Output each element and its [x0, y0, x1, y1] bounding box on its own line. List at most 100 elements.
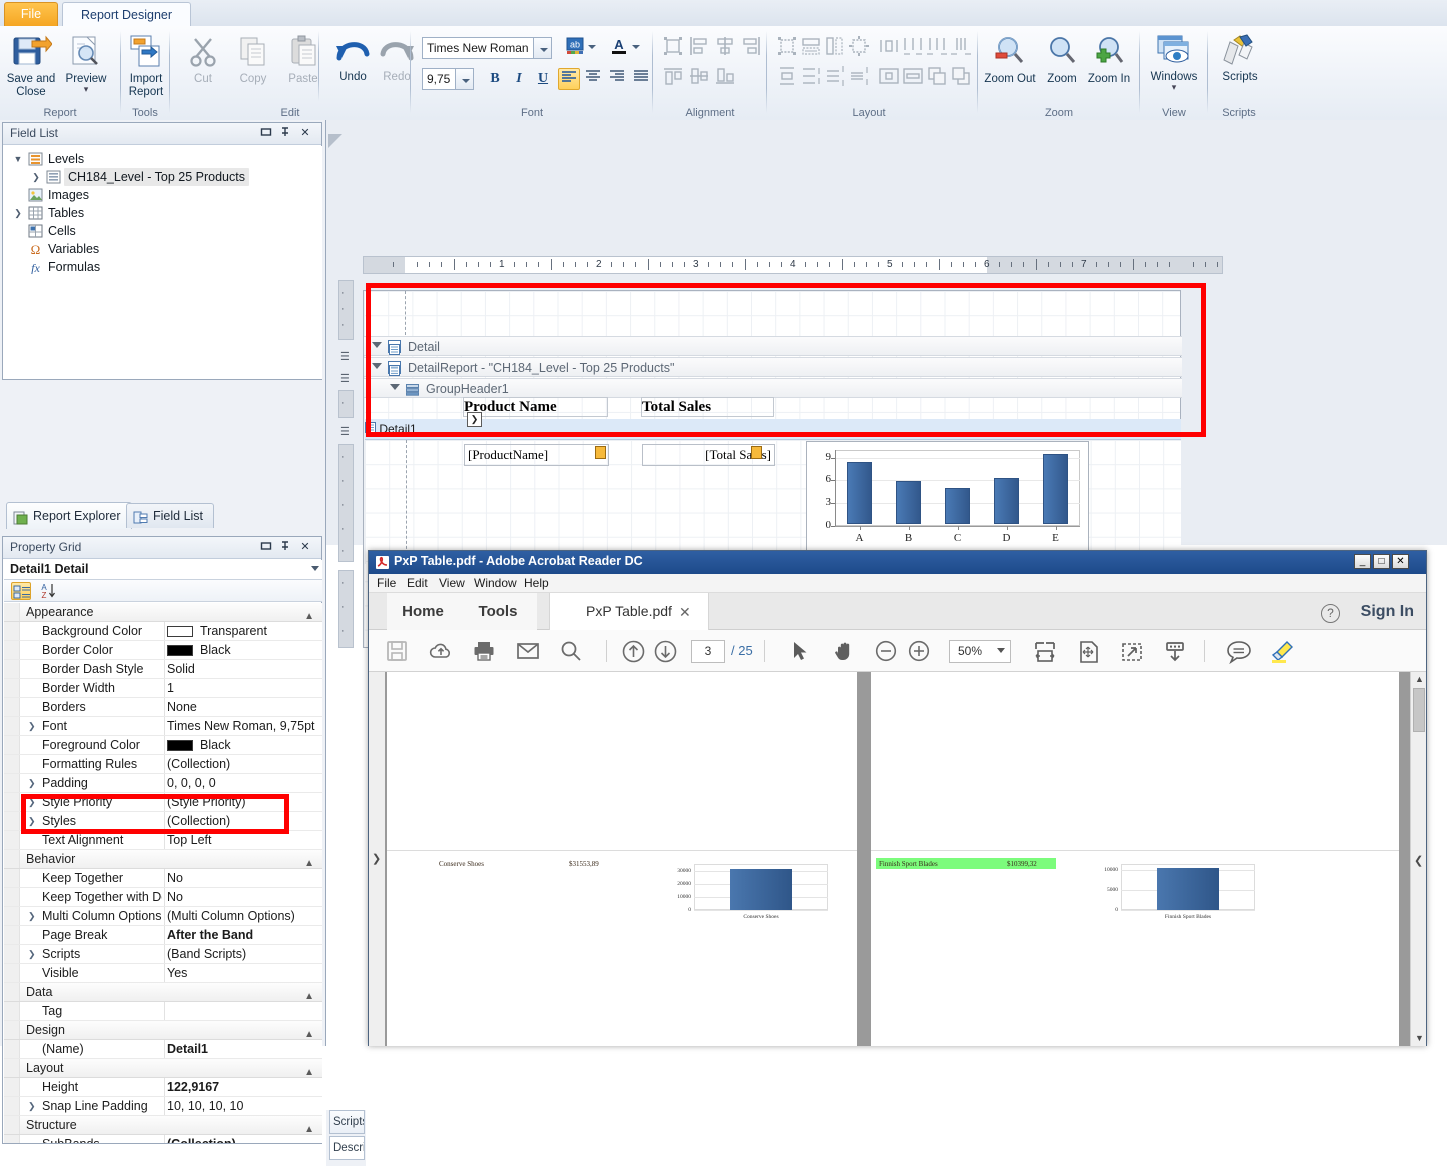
property-category[interactable]: Structure ▲ — [4, 1116, 322, 1135]
align-centers-icon[interactable] — [714, 35, 736, 57]
search-icon[interactable] — [559, 640, 583, 664]
property-value[interactable]: Detail1 — [167, 1040, 208, 1059]
property-value[interactable]: (Collection) — [167, 1135, 236, 1143]
save-icon[interactable] — [386, 640, 410, 664]
property-value[interactable]: No — [167, 888, 183, 907]
scroll-down-arrow-icon[interactable]: ▼ — [1414, 1033, 1425, 1044]
property-row[interactable]: ❯ Padding 0, 0, 0, 0 — [4, 774, 322, 793]
property-category[interactable]: Design ▲ — [4, 1021, 322, 1040]
foreground-color-dropdown-arrow[interactable] — [632, 45, 640, 49]
highlight-color-dropdown-arrow[interactable] — [588, 45, 596, 49]
italic-button[interactable]: I — [508, 68, 530, 90]
property-row[interactable]: Tag — [4, 1002, 322, 1021]
close-icon[interactable]: ✕ — [298, 126, 312, 140]
property-value[interactable]: 1 — [167, 679, 174, 698]
property-row[interactable]: Page Break After the Band — [4, 926, 322, 945]
layout-vertical-spacing-equal-icon[interactable] — [776, 65, 798, 87]
chevron-right-icon[interactable]: ❯ — [12, 204, 24, 222]
totalsales-field-tag-icon[interactable] — [751, 446, 762, 459]
select-tool-icon[interactable] — [789, 640, 813, 664]
pin-icon[interactable] — [278, 126, 292, 140]
preview-dropdown-arrow[interactable]: ▾ — [55, 84, 117, 93]
windows-dropdown-arrow[interactable]: ▾ — [1143, 82, 1205, 91]
chevron-right-icon[interactable]: ❯ — [30, 168, 42, 186]
layout-center-horizontally-icon[interactable] — [878, 65, 900, 87]
layout-make-same-width-icon[interactable] — [800, 35, 822, 57]
align-right-edges-icon[interactable] — [740, 35, 762, 57]
layout-send-to-back-icon[interactable] — [950, 65, 972, 87]
property-row[interactable]: ❯ Scripts (Band Scripts) — [4, 945, 322, 964]
tab-tools[interactable]: Tools — [459, 593, 537, 630]
property-value[interactable]: (Band Scripts) — [167, 945, 246, 964]
property-row[interactable]: Border Color Black — [4, 641, 322, 660]
property-value[interactable]: Solid — [167, 660, 195, 679]
align-middles-icon[interactable] — [688, 65, 710, 87]
bold-button[interactable]: B — [484, 68, 506, 90]
highlighter-icon[interactable] — [1269, 640, 1293, 664]
tree-item-formulas[interactable]: fx Formulas — [4, 258, 322, 276]
scrollbar-thumb[interactable] — [1413, 688, 1425, 732]
align-bottom-edges-icon[interactable] — [714, 65, 736, 87]
page-number-input[interactable]: 3 — [691, 640, 725, 663]
expand-left-panel-icon[interactable]: ❯ — [372, 852, 381, 865]
hand-tool-icon[interactable] — [832, 640, 856, 664]
property-category[interactable]: Layout ▲ — [4, 1059, 322, 1078]
categorized-view-button[interactable] — [11, 582, 31, 600]
tree-item-ch184-level[interactable]: ❯ CH184_Level - Top 25 Products — [4, 168, 322, 186]
minimize-button[interactable]: _ — [1354, 554, 1371, 569]
tab-scripts[interactable]: Scripts — [329, 1110, 365, 1134]
maximize-button[interactable]: □ — [1373, 554, 1390, 569]
tab-field-list[interactable]: Field List — [126, 503, 215, 528]
layout-vertical-spacing-remove-icon[interactable] — [848, 65, 870, 87]
full-screen-icon[interactable] — [1120, 640, 1144, 664]
scripts-button[interactable]: Scripts — [1209, 30, 1271, 100]
align-center-button[interactable] — [582, 68, 604, 90]
property-value[interactable]: Black — [200, 641, 231, 660]
comment-icon[interactable] — [1226, 640, 1251, 665]
property-row[interactable]: Keep Together No — [4, 869, 322, 888]
chevron-right-icon[interactable]: ❯ — [28, 1097, 36, 1116]
layout-center-vertically-icon[interactable] — [902, 65, 924, 87]
property-grid-object-selector[interactable]: Detail1 Detail — [4, 560, 322, 580]
chevron-right-icon[interactable]: ❯ — [28, 717, 36, 736]
chevron-down-icon[interactable]: ▼ — [12, 150, 24, 168]
property-value[interactable]: (Collection) — [167, 755, 230, 774]
property-value[interactable]: Black — [200, 736, 231, 755]
layout-bring-to-front-icon[interactable] — [926, 65, 948, 87]
restore-icon[interactable] — [259, 126, 273, 140]
preview-button[interactable]: Preview ▾ — [55, 30, 117, 100]
property-value[interactable]: 0, 0, 0, 0 — [167, 774, 216, 793]
underline-button[interactable]: U — [532, 68, 554, 90]
pdf-page-right[interactable]: Finnish Sport Blades $10399,32 0 5000 10000 F… — [871, 672, 1399, 1046]
tab-report-explorer[interactable]: Report Explorer — [6, 502, 132, 529]
productname-field-tag-icon[interactable] — [595, 446, 606, 459]
productname-field-control[interactable]: [ProductName] — [464, 444, 609, 466]
font-family-dropdown[interactable] — [534, 37, 552, 59]
property-row[interactable]: ❯ Font Times New Roman, 9,75pt — [4, 717, 322, 736]
property-row[interactable]: Background Color Transparent — [4, 622, 322, 641]
property-value[interactable]: 10, 10, 10, 10 — [167, 1097, 243, 1116]
property-category[interactable]: Behavior ▲ — [4, 850, 322, 869]
font-family-input[interactable]: Times New Roman — [422, 37, 534, 59]
next-page-icon[interactable] — [654, 640, 678, 664]
upload-cloud-icon[interactable] — [429, 640, 453, 664]
print-icon[interactable] — [472, 640, 496, 664]
save-and-close-button[interactable]: Save and Close — [0, 30, 62, 100]
chevron-down-icon[interactable] — [997, 648, 1005, 653]
tab-description[interactable]: Descri — [329, 1136, 365, 1160]
zoom-in-icon[interactable] — [908, 640, 932, 664]
restore-icon[interactable] — [259, 540, 273, 554]
property-row[interactable]: Border Dash Style Solid — [4, 660, 322, 679]
pdf-vertical-scrollbar[interactable]: ▲ ▼ ❮ — [1410, 672, 1426, 1046]
property-category[interactable]: Appearance ▲ — [4, 603, 322, 622]
property-value[interactable]: After the Band — [167, 926, 253, 945]
band-detail1[interactable]: Detail1 ❯ [ProductName] [Total Sales] 03… — [365, 412, 1181, 564]
scroll-up-arrow-icon[interactable]: ▲ — [1414, 674, 1425, 685]
close-button[interactable]: ✕ — [1392, 554, 1409, 569]
property-value[interactable]: 122,9167 — [167, 1078, 219, 1097]
layout-vertical-spacing-decrease-icon[interactable] — [824, 65, 846, 87]
property-value[interactable]: Yes — [167, 964, 187, 983]
zoom-in-button[interactable]: Zoom In — [1078, 30, 1140, 100]
chevron-down-icon[interactable] — [311, 566, 319, 571]
help-icon[interactable]: ? — [1321, 604, 1340, 623]
